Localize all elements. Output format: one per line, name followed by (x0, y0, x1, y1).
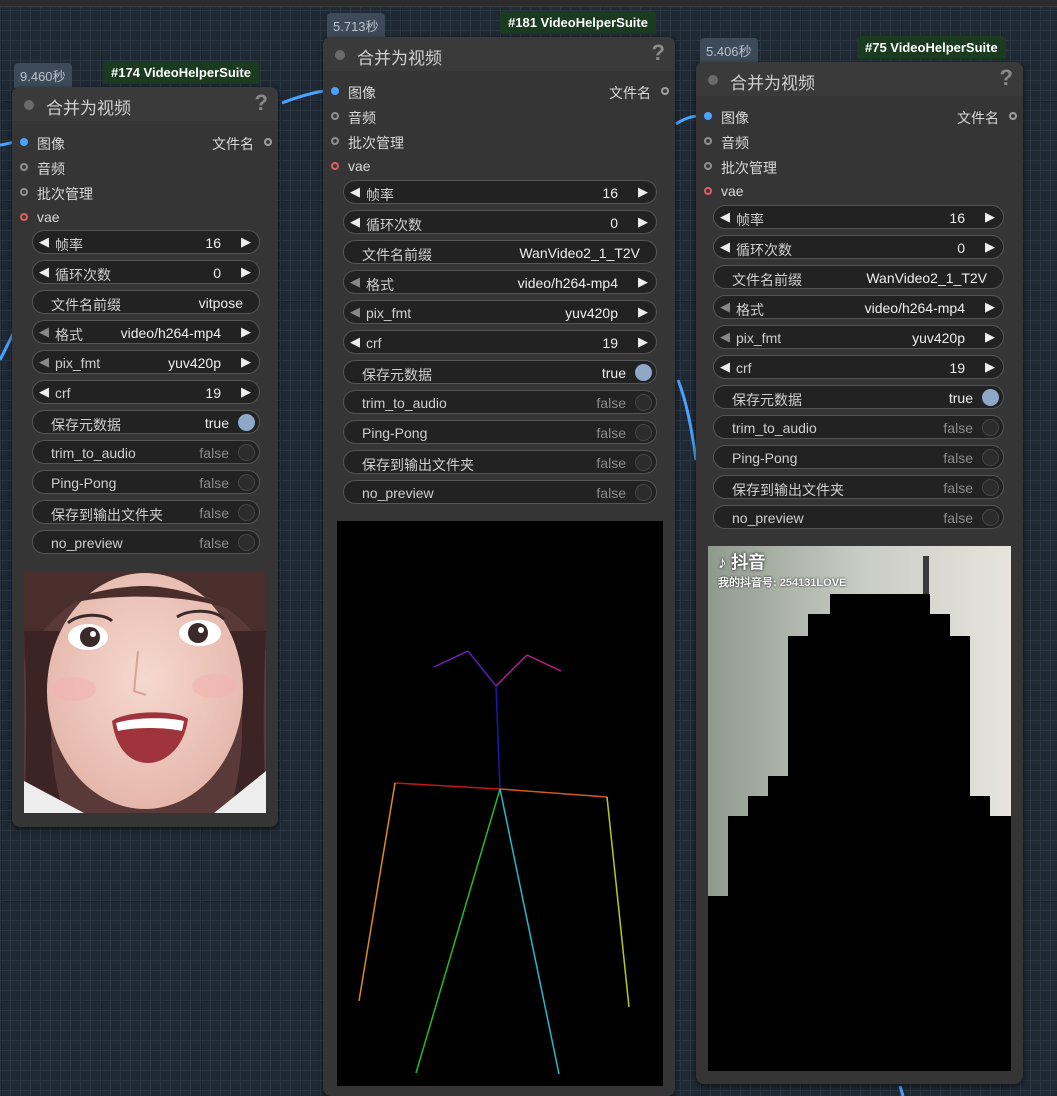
input-slot-batch-manager[interactable]: 批次管理 (704, 158, 777, 178)
input-slot-vae[interactable]: vae (20, 209, 60, 225)
toggle-off-icon (982, 509, 999, 526)
node-75-suite-badge: #75 VideoHelperSuite (857, 36, 1006, 59)
node-174-header[interactable]: 合并为视频 ? (12, 87, 278, 121)
toggle-off-icon (635, 454, 652, 471)
widget-loop-count[interactable]: ◀ 循环次数 0 ▶ (32, 260, 260, 284)
toggle-off-icon (238, 444, 255, 461)
widget-loop-count[interactable]: ◀ 循环次数 0 ▶ (343, 210, 657, 234)
output-slot-filename[interactable]: 文件名 (212, 134, 272, 154)
input-slot-image[interactable]: 图像 (331, 83, 376, 103)
collapse-dot-icon[interactable] (335, 50, 345, 60)
widget-crf[interactable]: ◀ crf 19 ▶ (713, 355, 1004, 379)
widget-ping-pong[interactable]: Ping-Pong false (343, 420, 657, 444)
node-174-exec-time: 9.460秒 (14, 63, 72, 88)
douyin-note-icon: ♪ (718, 553, 727, 572)
node-75-exec-time: 5.406秒 (700, 38, 758, 63)
wire-mid-right (676, 379, 698, 461)
output-slot-filename[interactable]: 文件名 (957, 108, 1017, 128)
node-181-header[interactable]: 合并为视频 ? (323, 37, 675, 71)
toggle-on-icon (238, 414, 255, 431)
input-slot-image[interactable]: 图像 (704, 108, 749, 128)
input-slot-vae[interactable]: vae (704, 183, 744, 199)
pose-skeleton-image (358, 650, 630, 1075)
node-181-suite-badge: #181 VideoHelperSuite (500, 11, 656, 34)
collapse-dot-icon[interactable] (708, 75, 718, 85)
face-preview-image (24, 571, 266, 813)
widget-save-output[interactable]: 保存到输出文件夹 false (713, 475, 1004, 499)
douyin-logo: ♪ 抖音 (718, 553, 766, 572)
input-slot-batch-manager[interactable]: 批次管理 (331, 133, 404, 153)
widget-ping-pong[interactable]: Ping-Pong false (713, 445, 1004, 469)
widget-crf[interactable]: ◀ crf 19 ▶ (343, 330, 657, 354)
widget-trim-to-audio[interactable]: trim_to_audio false (713, 415, 1004, 439)
widget-filename-prefix[interactable]: 文件名前缀 vitpose (32, 290, 260, 314)
toggle-off-icon (982, 479, 999, 496)
widget-trim-to-audio[interactable]: trim_to_audio false (32, 440, 260, 464)
mask-preview-image (708, 546, 1011, 1071)
toggle-off-icon (635, 484, 652, 501)
widget-no-preview[interactable]: no_preview false (32, 530, 260, 554)
widget-frame-rate[interactable]: ◀ 帧率 16 ▶ (32, 230, 260, 254)
widget-save-metadata[interactable]: 保存元数据 true (713, 385, 1004, 409)
widget-frame-rate[interactable]: ◀ 帧率 16 ▶ (713, 205, 1004, 229)
widget-filename-prefix[interactable]: 文件名前缀 WanVideo2_1_T2V (343, 240, 657, 264)
widget-format[interactable]: ◀ 格式 video/h264-mp4 ▶ (713, 295, 1004, 319)
widget-no-preview[interactable]: no_preview false (713, 505, 1004, 529)
widget-pix-fmt[interactable]: ◀ pix_fmt yuv420p ▶ (343, 300, 657, 324)
collapse-dot-icon[interactable] (24, 100, 34, 110)
node-181-exec-time: 5.713秒 (327, 13, 385, 38)
help-icon[interactable]: ? (255, 90, 268, 116)
toggle-off-icon (238, 504, 255, 521)
input-slot-vae[interactable]: vae (331, 158, 371, 174)
node-75-title: 合并为视频 (730, 74, 815, 93)
widget-save-output[interactable]: 保存到输出文件夹 false (32, 500, 260, 524)
toggle-off-icon (982, 449, 999, 466)
node-174-video-combine[interactable]: 合并为视频 ? 图像 文件名 音频 批次管理 vae ◀ 帧率 16 ▶ ◀ 循环次数 0… (12, 87, 278, 827)
input-slot-image[interactable]: 图像 (20, 134, 65, 154)
widget-save-output[interactable]: 保存到输出文件夹 false (343, 450, 657, 474)
widget-frame-rate[interactable]: ◀ 帧率 16 ▶ (343, 180, 657, 204)
toggle-off-icon (238, 534, 255, 551)
douyin-account-watermark: 我的抖音号: 254131LOVE (718, 577, 847, 589)
wire-bottom (898, 1085, 905, 1096)
widget-format[interactable]: ◀ 格式 video/h264-mp4 ▶ (343, 270, 657, 294)
widget-save-metadata[interactable]: 保存元数据 true (343, 360, 657, 384)
node-75-header[interactable]: 合并为视频 ? (696, 62, 1023, 96)
node-174-suite-badge: #174 VideoHelperSuite (103, 61, 259, 84)
widget-trim-to-audio[interactable]: trim_to_audio false (343, 390, 657, 414)
widget-filename-prefix[interactable]: 文件名前缀 WanVideo2_1_T2V (713, 265, 1004, 289)
toggle-on-icon (982, 389, 999, 406)
help-icon[interactable]: ? (652, 40, 665, 66)
toggle-off-icon (635, 424, 652, 441)
input-slot-audio[interactable]: 音频 (20, 159, 65, 179)
widget-crf[interactable]: ◀ crf 19 ▶ (32, 380, 260, 404)
input-slot-audio[interactable]: 音频 (704, 133, 749, 153)
widget-save-metadata[interactable]: 保存元数据 true (32, 410, 260, 434)
toggle-off-icon (635, 394, 652, 411)
node-75-video-combine[interactable]: 合并为视频 ? 图像 文件名 音频 批次管理 vae ◀ 帧率 16 ▶ ◀ 循环次数 0… (696, 62, 1023, 1084)
widget-ping-pong[interactable]: Ping-Pong false (32, 470, 260, 494)
video-preview-mask[interactable]: ♪ 抖音 我的抖音号: 254131LOVE (708, 546, 1011, 1071)
widget-pix-fmt[interactable]: ◀ pix_fmt yuv420p ▶ (713, 325, 1004, 349)
toggle-on-icon (635, 364, 652, 381)
input-slot-audio[interactable]: 音频 (331, 108, 376, 128)
widget-loop-count[interactable]: ◀ 循环次数 0 ▶ (713, 235, 1004, 259)
video-preview-pose[interactable] (337, 521, 663, 1086)
node-181-title: 合并为视频 (357, 49, 442, 68)
widget-no-preview[interactable]: no_preview false (343, 480, 657, 504)
widget-pix-fmt[interactable]: ◀ pix_fmt yuv420p ▶ (32, 350, 260, 374)
video-preview-face[interactable] (24, 571, 266, 813)
node-174-title: 合并为视频 (46, 99, 131, 118)
toggle-off-icon (982, 419, 999, 436)
input-slot-batch-manager[interactable]: 批次管理 (20, 184, 93, 204)
output-slot-filename[interactable]: 文件名 (609, 83, 669, 103)
help-icon[interactable]: ? (1000, 65, 1013, 91)
node-181-video-combine[interactable]: 合并为视频 ? 图像 文件名 音频 批次管理 vae ◀ 帧率 16 ▶ ◀ 循环次数 0… (323, 37, 675, 1096)
widget-format[interactable]: ◀ 格式 video/h264-mp4 ▶ (32, 320, 260, 344)
toggle-off-icon (238, 474, 255, 491)
